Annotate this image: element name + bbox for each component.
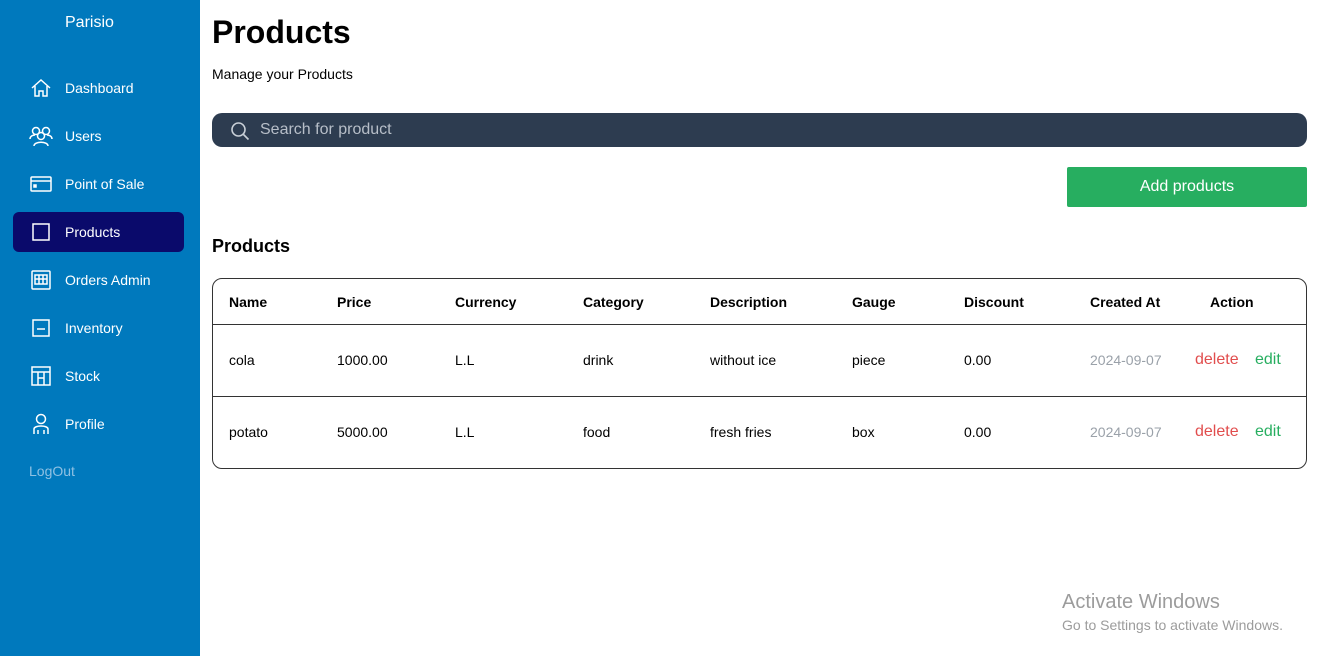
cell-currency: L.L xyxy=(455,352,475,368)
cell-name: cola xyxy=(229,352,255,368)
column-header-discount: Discount xyxy=(964,294,1024,310)
watermark-subtitle: Go to Settings to activate Windows. xyxy=(1062,617,1283,633)
cell-name: potato xyxy=(229,424,268,440)
orders-icon xyxy=(29,269,53,291)
users-icon xyxy=(29,125,53,147)
cell-price: 1000.00 xyxy=(337,352,388,368)
stock-icon xyxy=(29,365,53,387)
table-row: potato 5000.00 L.L food fresh fries box … xyxy=(213,397,1306,468)
sidebar-item-label: Point of Sale xyxy=(65,176,145,192)
card-icon xyxy=(29,173,53,195)
column-header-created-at: Created At xyxy=(1090,294,1161,310)
edit-button[interactable]: edit xyxy=(1255,423,1281,441)
column-header-currency: Currency xyxy=(455,294,517,310)
logout-link[interactable]: LogOut xyxy=(29,463,75,479)
watermark-title: Activate Windows xyxy=(1062,591,1220,613)
cell-created-at: 2024-09-07 xyxy=(1090,424,1162,440)
sidebar-item-label: Stock xyxy=(65,368,101,384)
column-header-gauge: Gauge xyxy=(852,294,896,310)
inventory-icon xyxy=(29,317,53,339)
add-products-button[interactable]: Add products xyxy=(1067,167,1307,207)
sidebar-item-label: Inventory xyxy=(65,320,123,336)
sidebar-item-point-of-sale[interactable]: Point of Sale xyxy=(13,164,184,204)
sidebar-item-label: Dashboard xyxy=(65,80,134,96)
sidebar-item-label: Profile xyxy=(65,416,105,432)
sidebar-item-profile[interactable]: Profile xyxy=(13,404,184,444)
sidebar-item-orders-admin[interactable]: Orders Admin xyxy=(13,260,184,300)
delete-button[interactable]: delete xyxy=(1195,351,1239,369)
column-header-price: Price xyxy=(337,294,372,310)
cell-created-at: 2024-09-07 xyxy=(1090,352,1162,368)
column-header-category: Category xyxy=(583,294,644,310)
sidebar-item-label: Products xyxy=(65,224,121,240)
brand-name: Parisio xyxy=(65,14,114,31)
search-icon xyxy=(230,121,250,141)
sidebar-item-products[interactable]: Products xyxy=(13,212,184,252)
sidebar-item-dashboard[interactable]: Dashboard xyxy=(13,68,184,108)
cell-discount: 0.00 xyxy=(964,352,992,368)
cell-category: food xyxy=(583,424,611,440)
table-title: Products xyxy=(212,236,291,256)
search-bar xyxy=(212,113,1307,147)
activation-watermark: Activate Windows Go to Settings to activ… xyxy=(1062,591,1283,633)
search-input[interactable] xyxy=(260,113,1290,147)
page-title: Products xyxy=(212,14,351,50)
sidebar-item-label: Orders Admin xyxy=(65,272,151,288)
table-row: cola 1000.00 L.L drink without ice piece… xyxy=(213,325,1306,397)
edit-button[interactable]: edit xyxy=(1255,351,1281,369)
sidebar-item-label: Users xyxy=(65,128,102,144)
cell-category: drink xyxy=(583,352,614,368)
page-subtitle: Manage your Products xyxy=(212,66,353,82)
sidebar-item-inventory[interactable]: Inventory xyxy=(13,308,184,348)
cell-currency: L.L xyxy=(455,424,475,440)
column-header-description: Description xyxy=(710,294,788,310)
column-header-name: Name xyxy=(229,294,268,310)
sidebar: Parisio Dashboard Users Point of Sale Pr… xyxy=(0,0,200,656)
sidebar-item-users[interactable]: Users xyxy=(13,116,184,156)
cell-gauge: piece xyxy=(852,352,886,368)
square-icon xyxy=(29,221,53,243)
home-icon xyxy=(29,77,53,99)
cell-description: without ice xyxy=(710,352,777,368)
column-header-action: Action xyxy=(1210,294,1254,310)
table-header-row: Name Price Currency Category Description… xyxy=(213,279,1306,325)
cell-price: 5000.00 xyxy=(337,424,388,440)
cell-discount: 0.00 xyxy=(964,424,992,440)
cell-description: fresh fries xyxy=(710,424,772,440)
products-table: Name Price Currency Category Description… xyxy=(212,278,1307,469)
cell-gauge: box xyxy=(852,424,875,440)
sidebar-item-stock[interactable]: Stock xyxy=(13,356,184,396)
person-icon xyxy=(29,413,53,435)
delete-button[interactable]: delete xyxy=(1195,423,1239,441)
